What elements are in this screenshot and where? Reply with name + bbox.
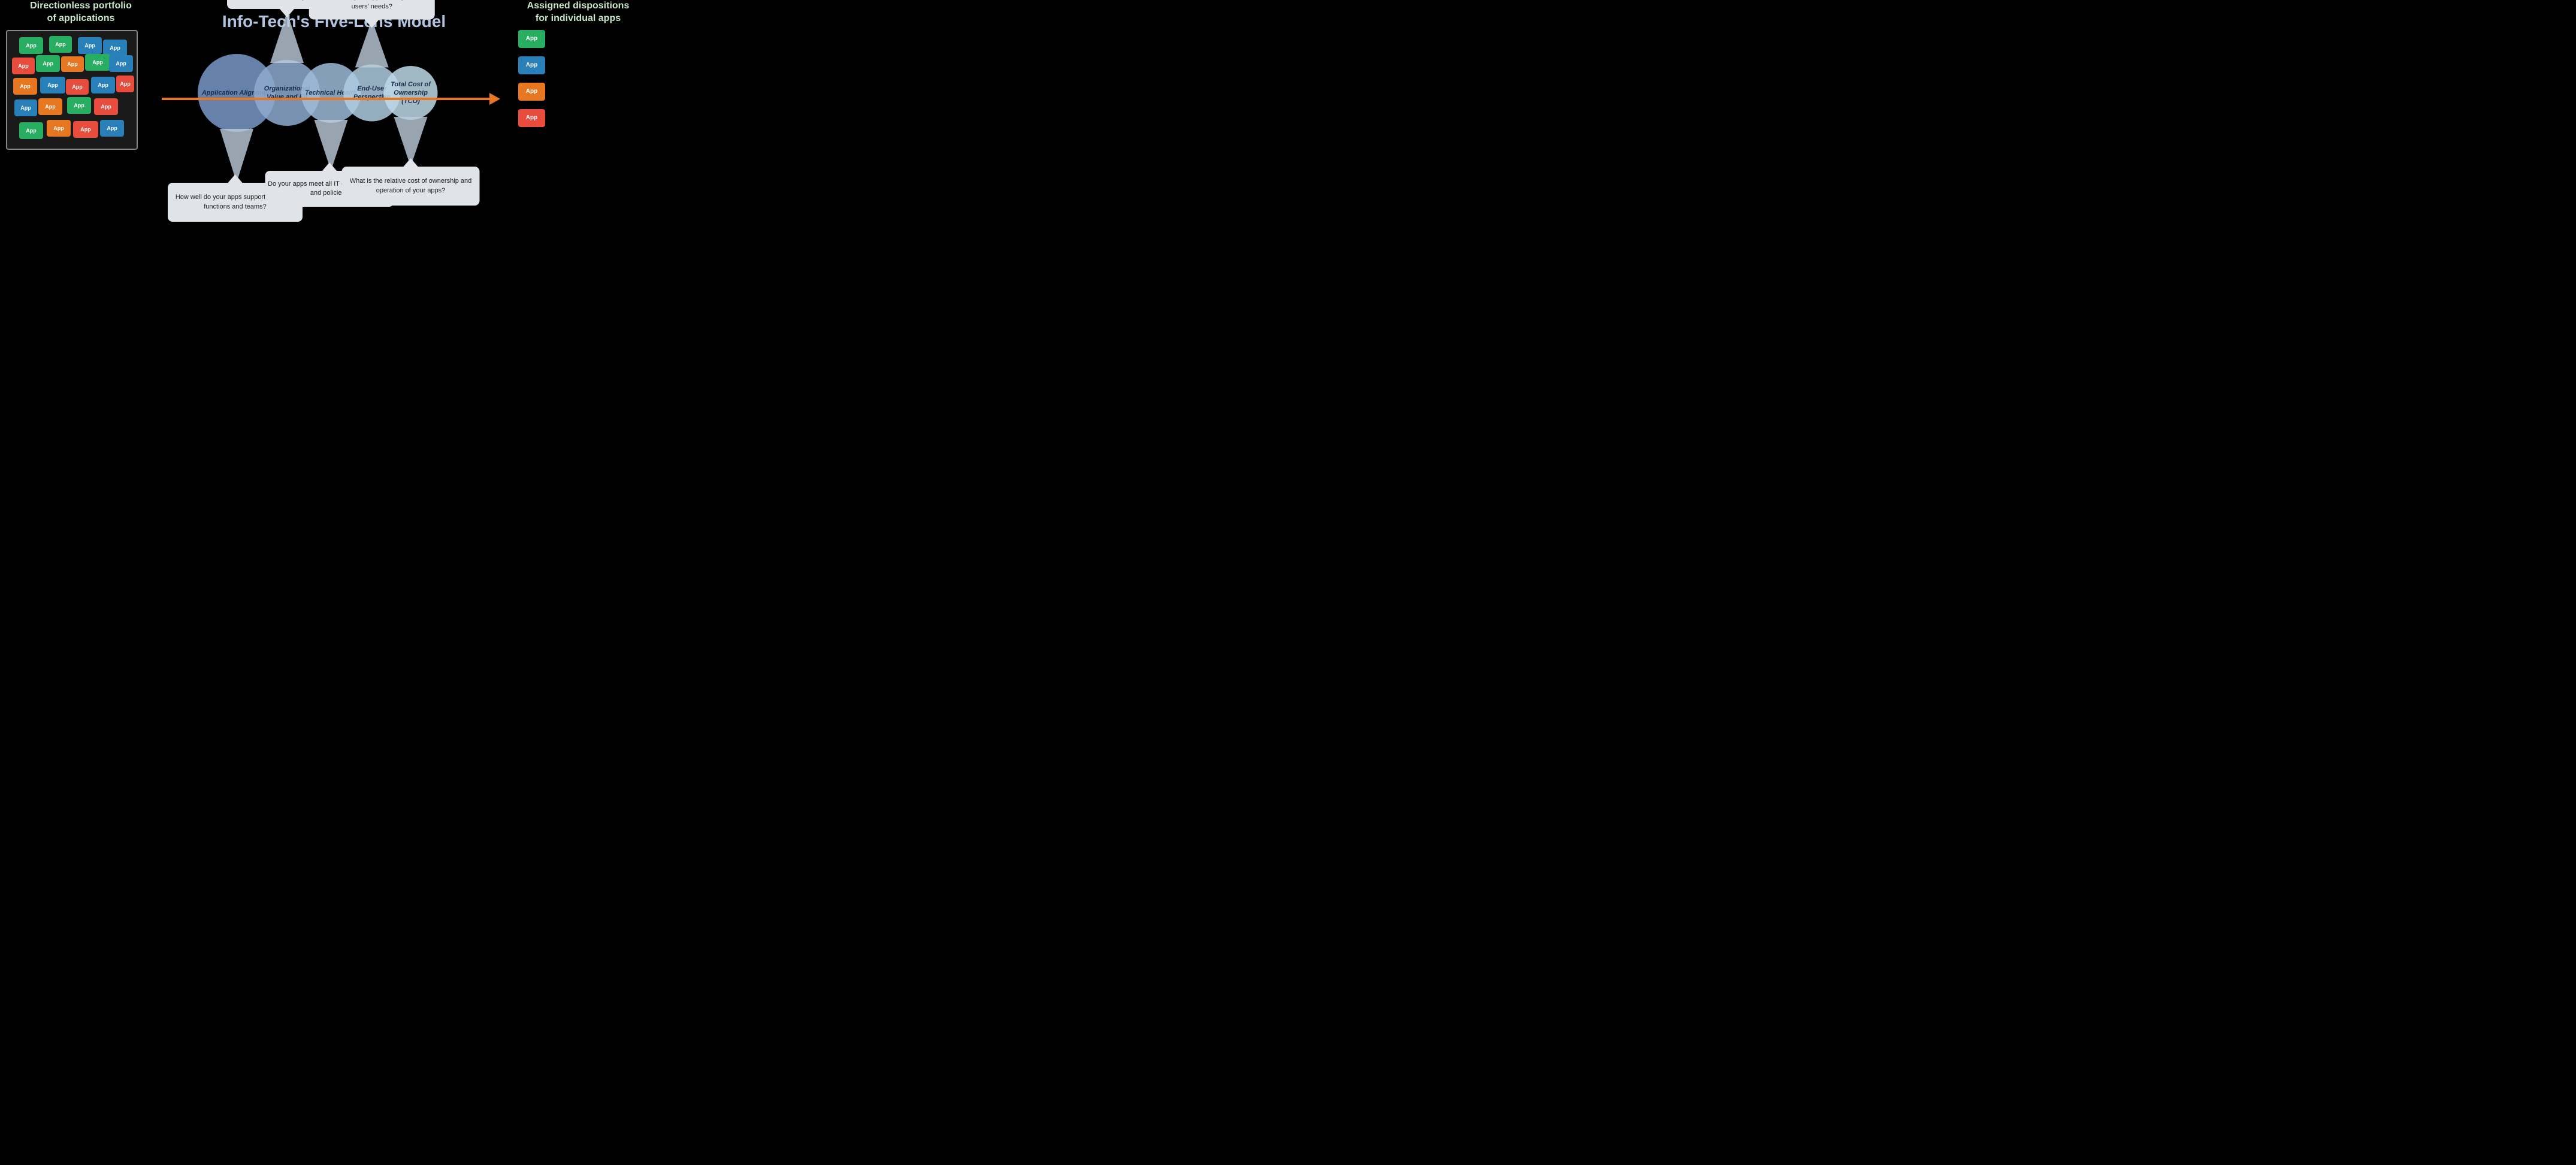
left-title: Directionless portfolio of applications: [6, 0, 156, 25]
right-title-line2: for individual apps: [536, 13, 621, 23]
center-section: Info-Tech's Five-Lens Model Application …: [150, 0, 518, 291]
app-tile: App: [19, 122, 43, 139]
right-title-line1: Assigned dispositions: [527, 1, 630, 11]
app-tile: App: [61, 56, 84, 72]
app-tile: App: [19, 37, 43, 54]
app-tile: App: [116, 76, 134, 92]
right-section: Assigned dispositions for individual app…: [518, 0, 638, 135]
disposition-item: App: [518, 83, 638, 101]
app-tile: App: [109, 55, 133, 72]
app-tile: App: [36, 55, 60, 72]
disposition-box: App: [518, 83, 545, 101]
disposition-box: App: [518, 56, 545, 74]
flow-arrow: [162, 93, 500, 105]
app-tile: App: [47, 120, 71, 137]
app-tile: App: [91, 77, 115, 93]
lens-triangle: [220, 129, 253, 183]
app-portfolio-box: AppAppAppAppAppAppAppAppAppAppAppAppAppA…: [6, 30, 138, 150]
callout-box: How well do your apps meet your end user…: [309, 0, 435, 28]
disposition-box: App: [518, 30, 545, 48]
app-tile: App: [73, 121, 98, 138]
disposition-item: App: [518, 30, 638, 48]
app-tile: App: [40, 77, 65, 93]
right-title: Assigned dispositions for individual app…: [518, 0, 638, 25]
app-tile: App: [94, 98, 118, 115]
app-tile: App: [38, 98, 62, 115]
app-tile: App: [100, 120, 124, 137]
arrow-line: [162, 98, 489, 100]
left-section: Directionless portfolio of applications …: [6, 0, 156, 150]
app-tile: App: [66, 79, 89, 95]
lens-triangle: [270, 12, 304, 63]
app-tile: App: [78, 37, 102, 54]
left-title-line2: of applications: [47, 13, 115, 23]
left-title-line1: Directionless portfolio: [30, 1, 132, 11]
app-tile: App: [67, 97, 91, 114]
disposition-box: App: [518, 109, 545, 127]
app-tile: App: [14, 99, 37, 116]
disposition-item: App: [518, 109, 638, 127]
app-tile: App: [13, 78, 37, 95]
disposition-list: App App App App: [518, 30, 638, 127]
app-tile: App: [49, 36, 72, 53]
arrow-head: [489, 93, 500, 105]
app-tile: App: [85, 54, 110, 71]
disposition-item: App: [518, 56, 638, 74]
lens-triangle: [315, 120, 348, 171]
app-tile: App: [12, 58, 35, 74]
callout-box: What is the relative cost of ownership a…: [342, 158, 480, 206]
lenses-diagram: Application AlignmentOrganizational Valu…: [150, 0, 518, 291]
